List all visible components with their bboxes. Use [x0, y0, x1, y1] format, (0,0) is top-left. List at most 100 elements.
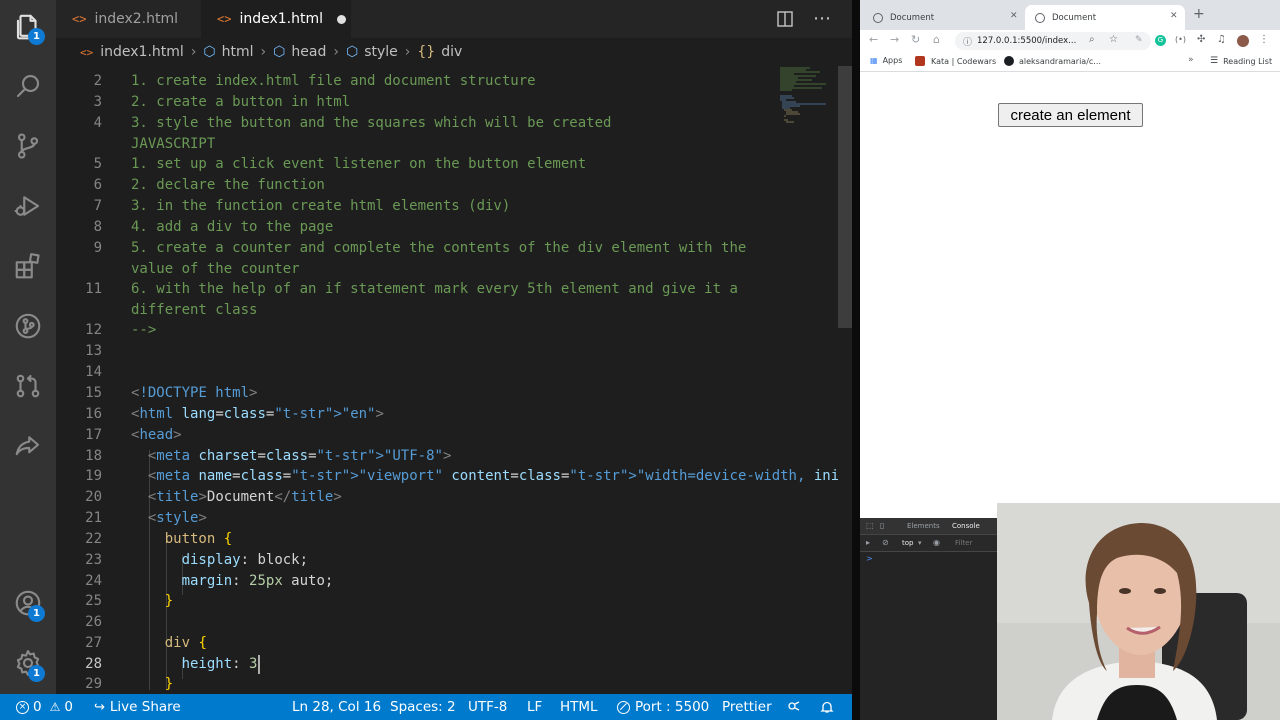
port-label: Port : 5500 — [635, 699, 710, 715]
context-select[interactable]: top — [902, 539, 913, 547]
line-number: 26 — [85, 614, 102, 630]
console-prompt[interactable]: > — [866, 554, 873, 563]
tab-elements[interactable]: Elements — [907, 522, 940, 530]
live-share-icon[interactable] — [0, 421, 56, 471]
breadcrumb-item[interactable]: index1.html — [100, 44, 184, 60]
filter-input[interactable]: Filter — [955, 539, 972, 547]
scrollbar-thumb[interactable] — [838, 66, 852, 328]
device-toggle-icon[interactable]: ▯ — [880, 521, 884, 530]
browser-tab-title: Document — [1052, 12, 1097, 23]
feedback-icon[interactable] — [787, 694, 801, 720]
line-number: 25 — [85, 593, 102, 609]
split-editor-icon[interactable] — [776, 10, 796, 28]
tab-console[interactable]: Console — [952, 522, 980, 530]
extension-icon[interactable]: (•) — [1175, 35, 1186, 44]
new-tab-icon[interactable]: + — [1193, 6, 1205, 22]
info-icon[interactable]: ⓘ — [963, 35, 972, 48]
bookmark-github[interactable]: aleksandramaria/c... — [1004, 56, 1101, 66]
menu-kebab-icon[interactable]: ⋮ — [1259, 34, 1269, 45]
explorer-icon[interactable]: 1 — [0, 2, 56, 52]
clear-console-icon[interactable]: ⊘ — [882, 538, 889, 547]
code-editor[interactable]: 2 3 4 5 6 7 8 9 11 12 13 14 15 16 17 18 … — [56, 66, 852, 694]
url-text: 127.0.0.1:5500/index... — [977, 36, 1077, 46]
chevron-more-icon[interactable]: » — [1188, 55, 1194, 65]
code-line: <head> — [131, 427, 182, 443]
reload-icon[interactable]: ↻ — [911, 33, 920, 46]
home-icon[interactable]: ⌂ — [933, 33, 940, 46]
line-number: 23 — [85, 552, 102, 568]
bookmark-star-icon[interactable]: ☆ — [1109, 34, 1118, 45]
code-line: 3. in the function create html elements … — [131, 198, 511, 214]
breadcrumb-item[interactable]: head — [291, 44, 326, 60]
extensions-icon[interactable] — [0, 241, 56, 291]
line-number-current: 28 — [85, 656, 102, 672]
code-line: <!DOCTYPE html> — [131, 385, 258, 401]
live-server-port[interactable]: Port : 5500 — [617, 694, 709, 720]
tab-index1[interactable]: <> index1.html — [201, 0, 351, 38]
search-icon[interactable] — [0, 61, 56, 111]
forward-icon[interactable]: → — [890, 33, 899, 46]
browser-tab-strip: Document ✕ Document ✕ + — [860, 0, 1280, 30]
notifications-bell-icon[interactable] — [820, 694, 834, 720]
extension-icon[interactable]: ✎ — [1135, 35, 1143, 45]
settings-gear-icon[interactable]: 1 — [0, 638, 56, 688]
devtools-panel: ⬚ ▯ Elements Console ▸ ⊘ top ▾ ◉ Filter … — [860, 518, 998, 720]
zoom-search-icon[interactable]: ⌕ — [1089, 34, 1095, 45]
chevron-right-icon: › — [260, 44, 267, 60]
close-tab-icon[interactable]: ✕ — [1010, 11, 1018, 21]
inspect-icon[interactable]: ⬚ — [866, 521, 874, 530]
media-icon[interactable]: ♫ — [1217, 34, 1226, 45]
live-share-button[interactable]: ↪ Live Share — [94, 694, 181, 720]
warning-count: 0 — [64, 699, 73, 715]
live-share-icon: ↪ — [94, 699, 105, 715]
bookmark-label: aleksandramaria/c... — [1019, 56, 1101, 66]
problems-indicator[interactable]: × 0 ⚠ 0 — [16, 694, 73, 720]
github-icon — [1004, 56, 1014, 66]
address-bar[interactable]: ⓘ 127.0.0.1:5500/index... ⌕ ☆ — [955, 32, 1151, 50]
code-line: <meta charset=class="t-str">"UTF-8"> — [147, 448, 452, 464]
more-actions-icon[interactable]: ⋯ — [813, 8, 832, 29]
bookmark-codewars[interactable]: Kata | Codewars — [915, 56, 996, 66]
unsaved-dot-icon[interactable] — [337, 14, 347, 24]
accounts-icon[interactable]: 1 — [0, 578, 56, 628]
puzzle-icon[interactable]: ✣ — [1197, 34, 1205, 45]
code-line: } — [131, 676, 174, 692]
tab-label: index2.html — [94, 11, 179, 27]
chevron-right-icon: › — [190, 44, 197, 60]
end-of-line[interactable]: LF — [527, 694, 542, 720]
indentation[interactable]: Spaces: 2 — [390, 694, 456, 720]
browser-tab[interactable]: Document ✕ — [863, 5, 1021, 30]
breadcrumb-item[interactable]: html — [222, 44, 254, 60]
eye-icon[interactable]: ◉ — [933, 538, 940, 547]
text-cursor — [258, 655, 260, 674]
cursor-position[interactable]: Ln 28, Col 16 — [292, 694, 381, 720]
language-mode[interactable]: HTML — [560, 694, 598, 720]
source-control-icon[interactable] — [0, 121, 56, 171]
explorer-badge: 1 — [28, 28, 45, 45]
bookmark-apps[interactable]: ▦ Apps — [870, 56, 902, 65]
line-number: 17 — [85, 427, 102, 443]
symbol-cube-icon: ⬡ — [273, 44, 286, 60]
grammarly-icon[interactable]: G — [1155, 35, 1166, 46]
error-icon: × — [16, 700, 29, 714]
tab-index2[interactable]: <> index2.html — [56, 0, 201, 38]
browser-tab-active[interactable]: Document ✕ — [1025, 5, 1185, 30]
reading-list-button[interactable]: ☰ Reading List — [1210, 56, 1272, 66]
back-icon[interactable]: ← — [869, 33, 878, 46]
minimap[interactable] — [778, 66, 838, 694]
line-number: 16 — [85, 406, 102, 422]
reading-list-icon: ☰ — [1210, 56, 1219, 66]
chevron-right-icon: › — [404, 44, 411, 60]
breadcrumb-item[interactable]: div — [441, 44, 462, 60]
line-number: 3 — [93, 94, 102, 110]
run-debug-icon[interactable] — [0, 181, 56, 231]
sidebar-toggle-icon[interactable]: ▸ — [866, 538, 870, 547]
close-tab-icon[interactable]: ✕ — [1170, 11, 1178, 21]
prettier-status[interactable]: Prettier — [722, 694, 772, 720]
pull-requests-icon[interactable] — [0, 361, 56, 411]
git-graph-icon[interactable] — [0, 301, 56, 351]
profile-avatar[interactable] — [1237, 35, 1249, 47]
create-element-button[interactable]: create an element — [998, 103, 1143, 127]
breadcrumb-item[interactable]: style — [364, 44, 398, 60]
encoding[interactable]: UTF-8 — [468, 694, 507, 720]
